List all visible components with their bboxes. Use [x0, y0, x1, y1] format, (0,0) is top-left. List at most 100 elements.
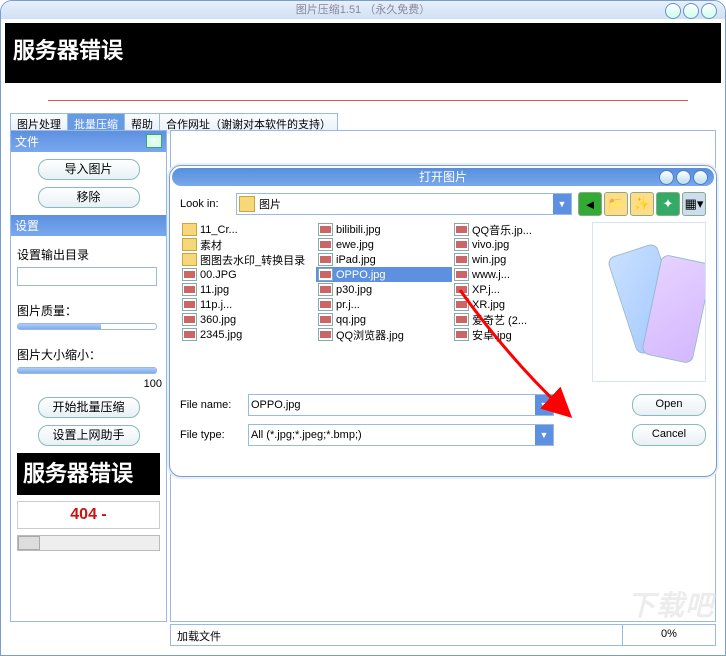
file-item[interactable]: win.jpg: [452, 252, 588, 267]
file-item[interactable]: 11.jpg: [180, 282, 316, 297]
quality-label: 图片质量：: [17, 302, 160, 319]
dialog-close-icon[interactable]: [693, 170, 708, 185]
shrink-slider[interactable]: [17, 367, 157, 374]
image-icon: [182, 313, 197, 326]
cancel-button[interactable]: Cancel: [632, 424, 706, 446]
dropdown-icon[interactable]: ▾: [146, 134, 162, 148]
image-icon: [454, 268, 469, 281]
chevron-down-icon[interactable]: ▼: [553, 194, 571, 214]
filename-label: File name:: [180, 399, 238, 411]
titlebar[interactable]: 图片压缩1.51 （永久免费）: [1, 1, 725, 19]
file-section-header: 文件 ▾: [11, 131, 166, 152]
image-icon: [182, 328, 197, 341]
chevron-down-icon[interactable]: ▼: [535, 425, 553, 445]
file-item[interactable]: ewe.jpg: [316, 237, 452, 252]
file-item[interactable]: www.j...: [452, 267, 588, 282]
file-item[interactable]: 00.JPG: [180, 267, 316, 282]
file-item[interactable]: p30.jpg: [316, 282, 452, 297]
chevron-down-icon[interactable]: ▼: [535, 395, 553, 415]
image-icon: [318, 328, 333, 341]
error-frame-fragment: [48, 100, 688, 106]
image-icon: [182, 283, 197, 296]
error-banner: 服务器错误: [5, 23, 721, 83]
dialog-titlebar[interactable]: 打开图片: [172, 168, 714, 186]
file-item[interactable]: QQ音乐.jp...: [452, 222, 588, 237]
settings-section-header: 设置: [11, 215, 166, 236]
file-item[interactable]: 素材: [180, 237, 316, 252]
image-icon: [182, 298, 197, 311]
shrink-label: 图片大小缩小：: [17, 346, 160, 363]
net-helper-button[interactable]: 设置上网助手: [38, 425, 140, 446]
output-dir-label: 设置输出目录: [17, 246, 160, 263]
image-icon: [318, 253, 333, 266]
error-card: 服务器错误: [17, 453, 160, 495]
file-item[interactable]: 图图去水印_转换目录: [180, 252, 316, 267]
file-item[interactable]: 11_Cr...: [180, 222, 316, 237]
status-percent: 0%: [623, 625, 715, 645]
file-item[interactable]: 爱奇艺 (2...: [452, 312, 588, 327]
image-icon: [454, 328, 469, 341]
image-icon: [454, 238, 469, 251]
file-item[interactable]: OPPO.jpg: [316, 267, 452, 282]
file-item[interactable]: vivo.jpg: [452, 237, 588, 252]
status-bar: 加载文件 0%: [170, 624, 716, 646]
open-button[interactable]: Open: [632, 394, 706, 416]
maximize-icon[interactable]: [683, 3, 699, 19]
folder-icon: [239, 196, 255, 212]
image-icon: [454, 313, 469, 326]
filename-input[interactable]: OPPO.jpg ▼: [248, 394, 554, 416]
window-title: 图片压缩1.51 （永久免费）: [296, 4, 430, 16]
status-text: 加载文件: [171, 625, 623, 645]
file-item[interactable]: XR.jpg: [452, 297, 588, 312]
start-compress-button[interactable]: 开始批量压缩: [38, 397, 140, 418]
shrink-value: 100: [11, 378, 162, 390]
up-folder-icon[interactable]: 📁: [604, 192, 628, 216]
image-icon: [318, 298, 333, 311]
folder-icon: [182, 223, 197, 236]
lookin-combo[interactable]: 图片 ▼: [236, 193, 572, 215]
file-item[interactable]: 11p.j...: [180, 297, 316, 312]
image-icon: [318, 283, 333, 296]
image-icon: [454, 253, 469, 266]
file-item[interactable]: QQ浏览器.jpg: [316, 327, 452, 342]
image-icon: [182, 268, 197, 281]
image-icon: [318, 268, 333, 281]
horizontal-scrollbar[interactable]: [17, 535, 160, 551]
view-mode-icon[interactable]: ▦▾: [682, 192, 706, 216]
folder-icon: [182, 253, 197, 266]
left-panel: 文件 ▾ 导入图片 移除 设置 设置输出目录 图片质量： 图片大小缩小： 100…: [10, 130, 167, 622]
filetype-label: File type:: [180, 429, 238, 441]
file-item[interactable]: 360.jpg: [180, 312, 316, 327]
refresh-icon[interactable]: ✦: [656, 192, 680, 216]
back-icon[interactable]: ◄: [578, 192, 602, 216]
close-icon[interactable]: [701, 3, 717, 19]
banner-title: 服务器错误: [13, 33, 713, 65]
import-button[interactable]: 导入图片: [38, 159, 140, 180]
image-icon: [318, 223, 333, 236]
file-item[interactable]: pr.j...: [316, 297, 452, 312]
filetype-combo[interactable]: All (*.jpg;*.jpeg;*.bmp;) ▼: [248, 424, 554, 446]
file-item[interactable]: qq.jpg: [316, 312, 452, 327]
file-list[interactable]: 11_Cr...素材图图去水印_转换目录00.JPG11.jpg11p.j...…: [180, 222, 588, 382]
open-file-dialog: 打开图片 Look in: 图片 ▼ ◄ 📁 ✨ ✦ ▦▾ 11_Cr...素材…: [169, 165, 717, 477]
file-item[interactable]: bilibili.jpg: [316, 222, 452, 237]
image-icon: [454, 283, 469, 296]
file-item[interactable]: 安卓.jpg: [452, 327, 588, 342]
lookin-label: Look in:: [180, 198, 230, 210]
watermark: 下载吧: [627, 584, 714, 624]
dialog-max-icon[interactable]: [676, 170, 691, 185]
preview-pane: [592, 222, 706, 382]
new-folder-icon[interactable]: ✨: [630, 192, 654, 216]
image-icon: [454, 298, 469, 311]
quality-slider[interactable]: [17, 323, 157, 330]
output-dir-input[interactable]: [17, 267, 157, 286]
image-icon: [318, 313, 333, 326]
remove-button[interactable]: 移除: [38, 187, 140, 208]
folder-icon: [182, 238, 197, 251]
file-item[interactable]: 2345.jpg: [180, 327, 316, 342]
file-item[interactable]: XP.j...: [452, 282, 588, 297]
error-code: 404 -: [17, 501, 160, 529]
file-item[interactable]: iPad.jpg: [316, 252, 452, 267]
dialog-min-icon[interactable]: [659, 170, 674, 185]
minimize-icon[interactable]: [665, 3, 681, 19]
